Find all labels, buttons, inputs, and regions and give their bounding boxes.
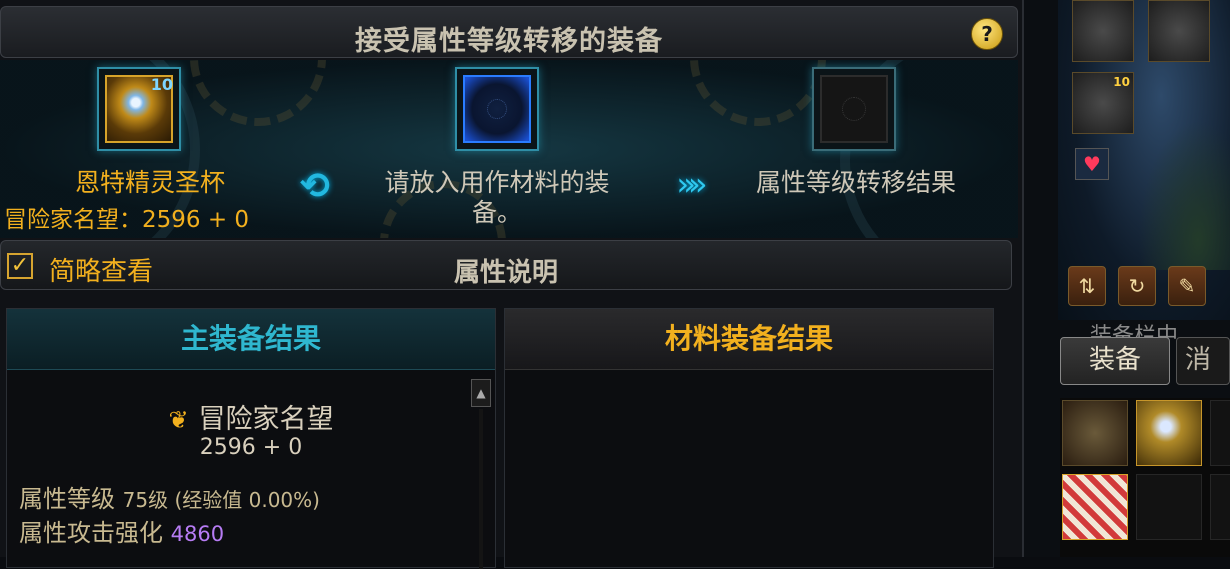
decor-gear bbox=[690, 60, 826, 126]
decor-gear bbox=[190, 60, 326, 126]
section-title: 属性说明 bbox=[453, 258, 558, 288]
equip-slot-armor[interactable] bbox=[1072, 0, 1134, 62]
renown-value: 2596 + 0 bbox=[199, 435, 303, 460]
stat-level-label: 属性等级 bbox=[19, 485, 115, 513]
tab-equipment[interactable]: 装备 bbox=[1060, 337, 1170, 385]
tab-consumable[interactable]: 消耗 bbox=[1176, 337, 1230, 385]
inventory-cell[interactable] bbox=[1136, 474, 1202, 540]
transfer-panel: 接受属性等级转移的装备 ? 10 ⟲ »» 恩特精灵圣杯 请放入用作材料的装备。… bbox=[0, 0, 1024, 569]
inventory-item[interactable] bbox=[1062, 400, 1128, 466]
result-slot bbox=[812, 67, 896, 151]
stat-level-value: 75级 (经验值 0.00%) bbox=[122, 488, 320, 512]
sort-icon[interactable]: ⇅ bbox=[1068, 266, 1106, 306]
inventory-grid bbox=[1060, 398, 1230, 557]
feather-icon[interactable]: ✎ bbox=[1168, 266, 1206, 306]
equip-slot-accessory[interactable] bbox=[1148, 0, 1210, 62]
inventory-item-chalice[interactable] bbox=[1136, 400, 1202, 466]
result-label: 属性等级转移结果 bbox=[755, 168, 956, 197]
material-equipment-slot[interactable] bbox=[455, 67, 539, 151]
title-bar: 接受属性等级转移的装备 ? bbox=[0, 6, 1018, 58]
window-title: 接受属性等级转移的装备 bbox=[355, 26, 663, 57]
inventory-cell[interactable] bbox=[1210, 474, 1230, 540]
crest-icon: ❦ bbox=[168, 406, 189, 434]
stat-attack-line: 属性攻击强化 4860 bbox=[19, 513, 224, 548]
equip-badge: 10 bbox=[1113, 75, 1130, 89]
main-result-header: 主装备结果 bbox=[7, 309, 495, 370]
stat-attack-label: 属性攻击强化 bbox=[19, 519, 163, 547]
inventory-cell[interactable] bbox=[1210, 400, 1230, 466]
scene-foliage bbox=[1138, 120, 1230, 270]
material-hint: 请放入用作材料的装备。 bbox=[384, 168, 610, 227]
empty-slot-icon bbox=[463, 75, 531, 143]
stat-attack-value: 4860 bbox=[170, 522, 225, 546]
refresh-icon[interactable]: ↻ bbox=[1118, 266, 1156, 306]
attribute-subbar: ✓ 简略查看 属性说明 bbox=[0, 240, 1012, 290]
renown-title-text: 冒险家名望 bbox=[198, 404, 334, 435]
empty-result-icon bbox=[820, 75, 888, 143]
reinforce-badge: 10 bbox=[150, 75, 173, 94]
inventory-item-box[interactable] bbox=[1062, 474, 1128, 540]
main-item-name: 恩特精灵圣杯 bbox=[74, 168, 225, 197]
material-result-header: 材料装备结果 bbox=[505, 309, 993, 370]
help-icon[interactable]: ? bbox=[971, 18, 1003, 50]
renown-title: ❦ 冒险家名望 bbox=[7, 397, 495, 436]
renown-line: 冒险家名望：2596 + 0 bbox=[4, 207, 250, 233]
main-result-panel: 主装备结果 ▲ ❦ 冒险家名望 2596 + 0 属性等级 75级 (经验值 0.… bbox=[6, 308, 496, 569]
swap-icon[interactable]: ⟲ bbox=[295, 167, 335, 207]
equip-slot-pants[interactable]: 10 bbox=[1072, 72, 1134, 134]
main-equipment-slot[interactable]: 10 bbox=[97, 67, 181, 151]
heart-icon[interactable]: ♥ bbox=[1075, 148, 1109, 180]
triple-arrow-icon: »» bbox=[676, 165, 707, 203]
material-result-panel: 材料装备结果 bbox=[504, 308, 994, 568]
stat-level-line: 属性等级 75级 (经验值 0.00%) bbox=[19, 479, 320, 514]
